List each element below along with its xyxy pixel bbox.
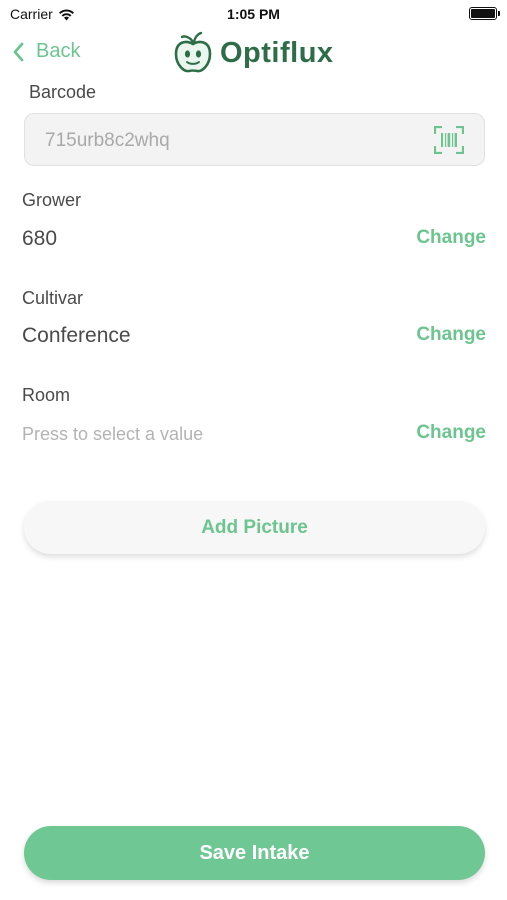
save-intake-button[interactable]: Save Intake <box>24 826 485 880</box>
battery-level <box>471 9 495 18</box>
status-bar: Carrier 1:05 PM <box>0 0 507 28</box>
room-placeholder[interactable]: Press to select a value <box>22 424 203 445</box>
back-label: Back <box>36 40 81 62</box>
room-change-button[interactable]: Change <box>416 422 486 444</box>
cultivar-value: Conference <box>22 324 131 347</box>
cultivar-label: Cultivar <box>22 288 84 308</box>
apple-logo-icon <box>174 31 212 73</box>
nav-bar: Back Optiflux <box>0 28 507 78</box>
grower-change-button[interactable]: Change <box>416 227 486 249</box>
chevron-left-icon <box>12 42 28 62</box>
battery-icon <box>469 7 500 20</box>
grower-label: Grower <box>22 190 82 210</box>
barcode-input[interactable]: 715urb8c2whq <box>24 113 485 166</box>
status-time: 1:05 PM <box>227 6 280 22</box>
app-logo: Optiflux <box>170 30 334 76</box>
barcode-scan-icon[interactable] <box>434 126 464 154</box>
grower-value: 680 <box>22 227 58 250</box>
barcode-label: Barcode <box>29 82 97 102</box>
barcode-value: 715urb8c2whq <box>45 130 170 151</box>
intake-screen: Carrier 1:05 PM Back Optiflux Barcode 71… <box>0 0 507 900</box>
back-button[interactable]: Back <box>12 40 80 63</box>
cultivar-change-button[interactable]: Change <box>416 324 486 346</box>
room-label: Room <box>22 385 71 405</box>
logo-text: Optiflux <box>220 36 334 69</box>
add-picture-button[interactable]: Add Picture <box>24 501 485 554</box>
